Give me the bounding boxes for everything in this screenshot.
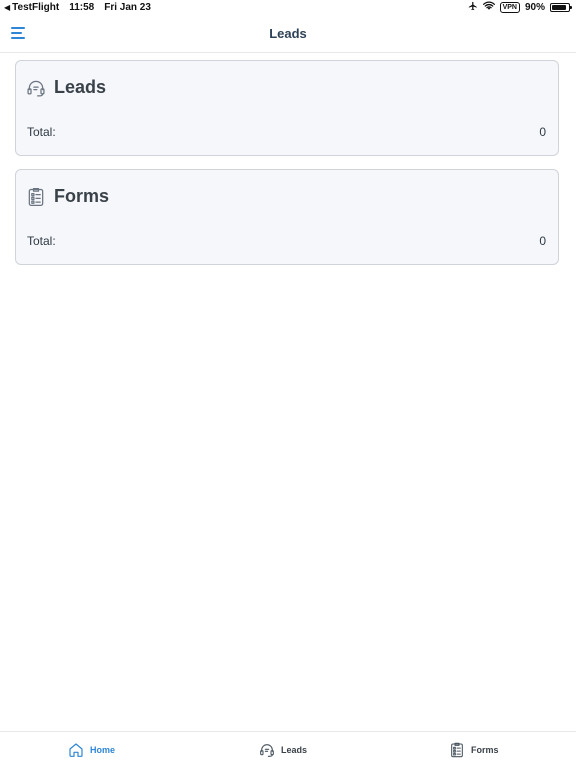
leads-total-value: 0	[539, 125, 546, 139]
status-right: VPN 90%	[468, 1, 572, 14]
status-time: 11:58	[69, 2, 95, 13]
back-arrow-icon[interactable]: ◀	[4, 3, 10, 12]
nav-bar: Leads	[0, 16, 576, 53]
leads-total-label: Total:	[27, 125, 56, 139]
forms-total-label: Total:	[27, 234, 56, 248]
battery-fill	[552, 5, 566, 10]
battery-tip	[570, 6, 572, 9]
tab-leads[interactable]: Leads	[259, 741, 307, 759]
form-list-icon	[26, 187, 46, 207]
home-icon	[68, 741, 84, 759]
tab-leads-label: Leads	[281, 745, 308, 755]
tab-forms[interactable]: Forms	[449, 741, 499, 759]
leads-card-header: Leads	[26, 77, 106, 98]
leads-total-row: Total: 0	[27, 125, 546, 139]
tab-home-label: Home	[90, 745, 116, 755]
airplane-icon	[468, 1, 478, 14]
forms-card-title: Forms	[54, 186, 110, 206]
leads-card[interactable]: Leads Total: 0	[15, 60, 559, 156]
tab-forms-label: Forms	[471, 745, 499, 755]
forms-card[interactable]: Forms Total: 0	[15, 169, 559, 265]
forms-card-header: Forms	[26, 186, 109, 207]
back-app-label[interactable]: TestFlight	[12, 2, 59, 13]
battery-icon	[550, 3, 572, 12]
leads-card-title: Leads	[54, 77, 107, 97]
tab-bar: Home Leads Forms	[0, 731, 576, 769]
status-left: ◀ TestFlight 11:58 Fri Jan 23	[4, 2, 151, 13]
wifi-icon	[482, 1, 495, 14]
status-bar: ◀ TestFlight 11:58 Fri Jan 23 VPN 90%	[0, 0, 576, 16]
headset-icon	[259, 741, 275, 759]
form-list-icon	[449, 741, 465, 759]
forms-total-row: Total: 0	[27, 234, 546, 248]
battery-percent: 90%	[524, 2, 545, 13]
tab-home[interactable]: Home	[68, 741, 115, 759]
page-title: Leads	[269, 26, 307, 41]
headset-icon	[26, 78, 46, 98]
vpn-badge: VPN	[499, 2, 520, 13]
forms-total-value: 0	[539, 234, 546, 248]
status-date: Fri Jan 23	[104, 2, 151, 13]
